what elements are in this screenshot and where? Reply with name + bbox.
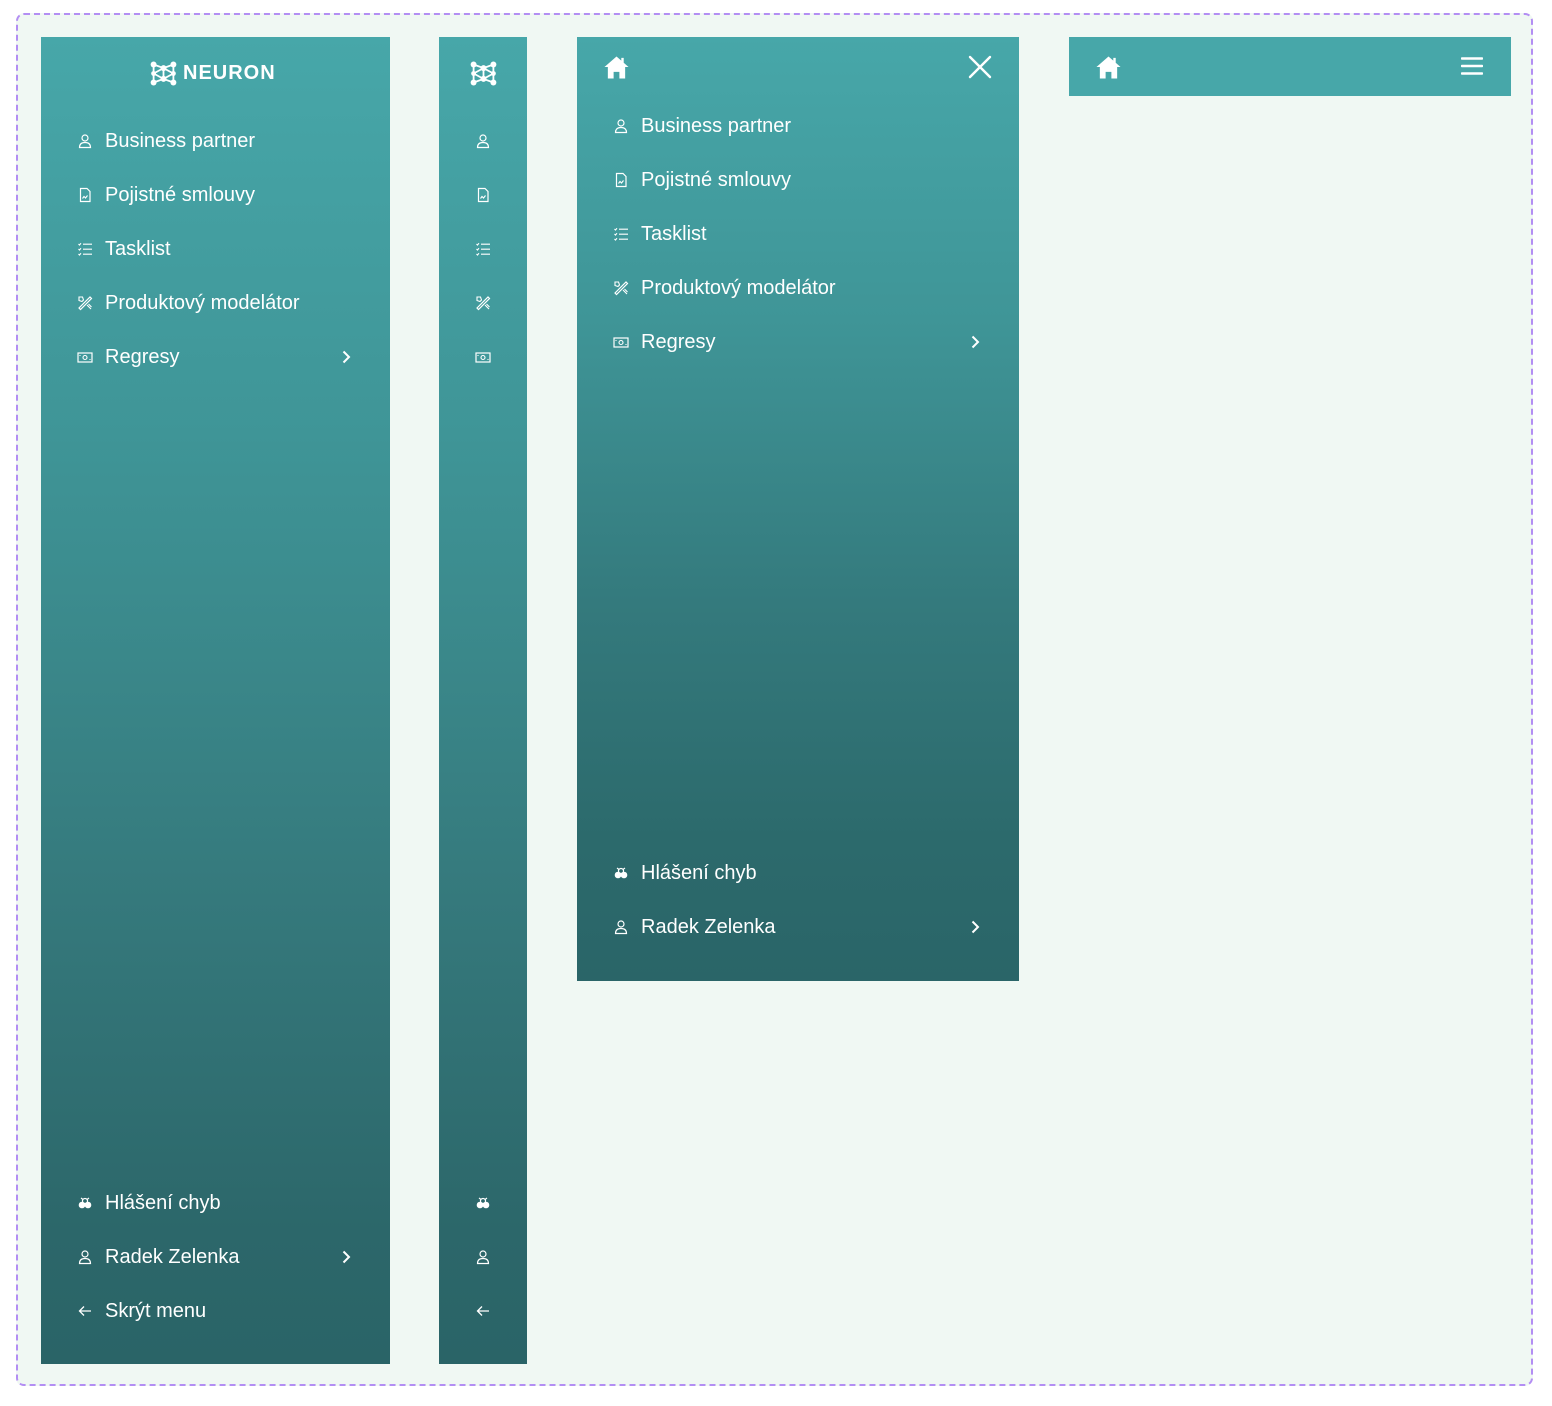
nav-item-label: Produktový modelátor — [641, 276, 836, 299]
hamburger-icon[interactable] — [1461, 56, 1483, 76]
bug-icon — [76, 1194, 94, 1212]
tools-icon — [76, 294, 94, 312]
nav-item-label: Regresy — [641, 330, 716, 353]
nav-item-business-partner[interactable]: Business partner — [76, 125, 255, 157]
neuron-logo-icon[interactable] — [469, 59, 497, 87]
nav-item-regresy[interactable]: Regresy — [76, 341, 356, 373]
user-icon — [612, 117, 630, 135]
chevron-right-icon — [967, 334, 983, 350]
user-menu-item[interactable]: Radek Zelenka — [612, 911, 984, 943]
mobile-top-bar — [1069, 37, 1511, 96]
hide-menu-label: Skrýt menu — [105, 1299, 207, 1322]
document-icon — [76, 186, 94, 204]
sidebar-collapsed — [439, 37, 527, 1364]
nav-item-produktovy-modelator[interactable]: Produktový modelátor — [76, 287, 300, 319]
checklist-icon — [76, 240, 94, 258]
nav-item-pojistne-smlouvy[interactable]: Pojistné smlouvy — [76, 179, 255, 211]
money-icon — [612, 333, 630, 351]
close-icon[interactable] — [968, 55, 992, 79]
bug-report-item[interactable]: Hlášení chyb — [76, 1187, 221, 1219]
brand-logo[interactable]: NEURON — [150, 60, 276, 87]
nav-item-produktovy-modelator[interactable]: Produktový modelátor — [612, 272, 836, 304]
brand-name: NEURON — [183, 62, 276, 84]
money-icon — [76, 348, 94, 366]
chevron-right-icon — [338, 1249, 354, 1265]
nav-item-label: Tasklist — [105, 237, 171, 260]
chevron-right-icon — [338, 349, 354, 365]
mobile-menu-open: Business partner Pojistné smlouvy Taskli… — [577, 37, 1019, 981]
bug-icon — [612, 864, 630, 882]
bug-report-label: Hlášení chyb — [105, 1191, 221, 1214]
home-icon[interactable] — [602, 54, 630, 80]
document-icon[interactable] — [474, 186, 492, 204]
home-icon[interactable] — [1094, 54, 1122, 80]
nav-item-label: Pojistné smlouvy — [105, 183, 256, 206]
arrow-left-icon[interactable] — [474, 1302, 492, 1320]
nav-item-pojistne-smlouvy[interactable]: Pojistné smlouvy — [612, 164, 791, 196]
hide-menu-button[interactable]: Skrýt menu — [76, 1295, 206, 1327]
bug-icon[interactable] — [474, 1194, 492, 1212]
tools-icon[interactable] — [474, 294, 492, 312]
user-menu-item[interactable]: Radek Zelenka — [76, 1241, 356, 1273]
chevron-right-icon — [967, 919, 983, 935]
bug-report-label: Hlášení chyb — [641, 861, 757, 884]
nav-item-label: Tasklist — [641, 222, 707, 245]
user-icon — [612, 918, 630, 936]
bug-report-item[interactable]: Hlášení chyb — [612, 857, 757, 889]
nav-item-business-partner[interactable]: Business partner — [612, 110, 791, 142]
nav-item-label: Pojistné smlouvy — [641, 168, 792, 191]
nav-item-regresy[interactable]: Regresy — [612, 326, 984, 358]
checklist-icon — [612, 225, 630, 243]
user-icon — [76, 132, 94, 150]
nav-item-tasklist[interactable]: Tasklist — [76, 233, 171, 265]
checklist-icon[interactable] — [474, 240, 492, 258]
user-icon[interactable] — [474, 1248, 492, 1266]
nav-item-label: Regresy — [105, 345, 180, 368]
nav-item-label: Business partner — [105, 129, 256, 152]
nav-item-label: Business partner — [641, 114, 792, 137]
tools-icon — [612, 279, 630, 297]
arrow-left-icon — [76, 1302, 94, 1320]
nav-item-label: Produktový modelátor — [105, 291, 300, 314]
money-icon[interactable] — [474, 348, 492, 366]
user-icon — [76, 1248, 94, 1266]
user-name-label: Radek Zelenka — [105, 1245, 240, 1268]
user-icon[interactable] — [474, 132, 492, 150]
user-name-label: Radek Zelenka — [641, 915, 776, 938]
nav-item-tasklist[interactable]: Tasklist — [612, 218, 707, 250]
sidebar-expanded: NEURON Business partner Pojistné smlouvy… — [41, 37, 390, 1364]
document-icon — [612, 171, 630, 189]
neuron-logo-icon — [150, 60, 177, 87]
